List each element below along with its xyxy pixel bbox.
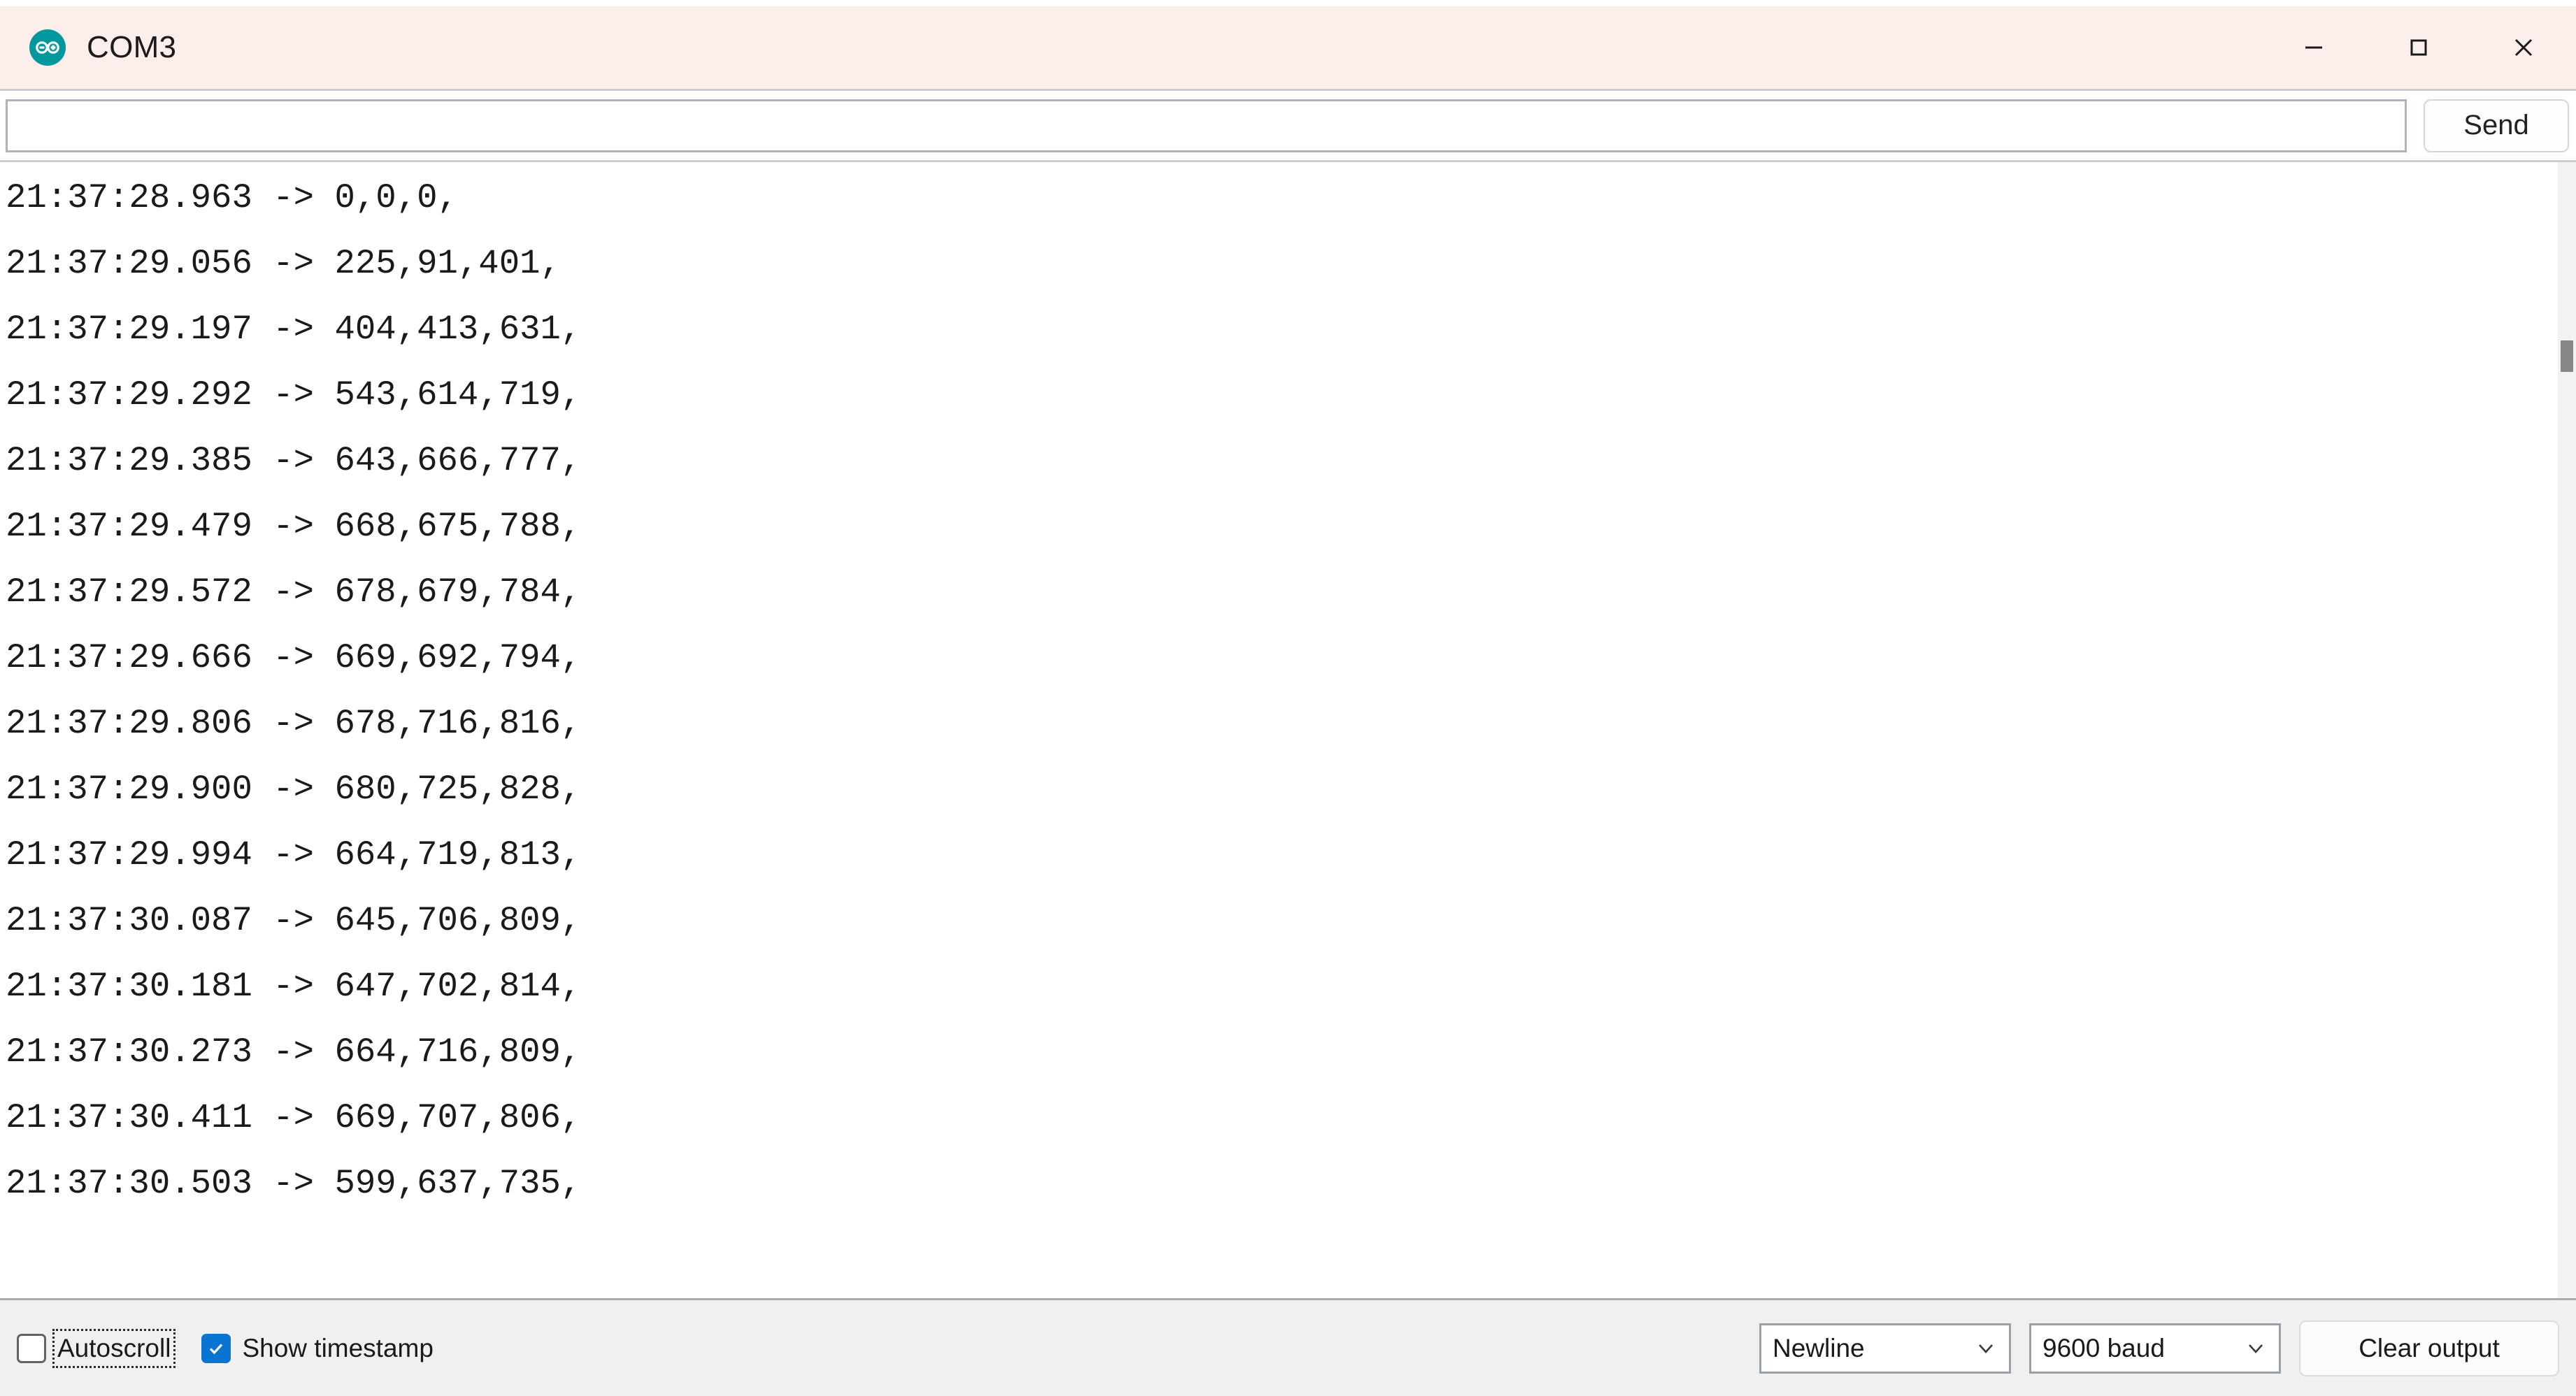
serial-output-log: 21:37:28.963 -> 0,0,0, 21:37:29.056 -> 22… <box>0 162 2576 1298</box>
log-line: 21:37:29.806 -> 678,716,816, <box>6 704 582 743</box>
output-scrollbar[interactable] <box>2558 162 2576 1298</box>
serial-send-input[interactable] <box>6 99 2407 152</box>
log-line: 21:37:30.503 -> 599,637,735, <box>6 1164 582 1203</box>
log-line: 21:37:29.056 -> 225,91,401, <box>6 244 561 283</box>
log-line: 21:37:29.197 -> 404,413,631, <box>6 310 582 349</box>
bottom-toolbar-left: Autoscroll Show timestamp <box>17 1328 434 1368</box>
arduino-infinity-icon <box>29 29 66 66</box>
title-bar-left: COM3 <box>0 29 176 66</box>
log-line: 21:37:30.087 -> 645,706,809, <box>6 901 582 940</box>
autoscroll-checkbox-group[interactable]: Autoscroll <box>17 1328 176 1368</box>
serial-monitor-window: COM3 Send 21:37:28.963 -> 0,0,0, 21:37:29… <box>0 0 2576 1396</box>
bottom-toolbar: Autoscroll Show timestamp Newline 9600 b… <box>0 1298 2576 1396</box>
log-line: 21:37:29.572 -> 678,679,784, <box>6 573 582 612</box>
bottom-toolbar-right: Newline 9600 baud Clear output <box>1759 1320 2559 1376</box>
log-line: 21:37:29.900 -> 680,725,828, <box>6 770 582 809</box>
send-button[interactable]: Send <box>2424 99 2569 152</box>
autoscroll-checkbox[interactable] <box>17 1333 46 1363</box>
baud-rate-value: 9600 baud <box>2042 1333 2165 1362</box>
show-timestamp-checkbox[interactable] <box>201 1333 231 1363</box>
minimize-button[interactable] <box>2261 6 2366 89</box>
send-row: Send <box>0 91 2576 162</box>
log-line: 21:37:28.963 -> 0,0,0, <box>6 178 458 217</box>
baud-rate-dropdown[interactable]: 9600 baud <box>2029 1323 2281 1374</box>
autoscroll-label: Autoscroll <box>52 1328 176 1368</box>
log-line: 21:37:29.292 -> 543,614,719, <box>6 375 582 415</box>
log-line: 21:37:29.666 -> 669,692,794, <box>6 638 582 677</box>
close-button[interactable] <box>2471 6 2576 89</box>
scrollbar-thumb[interactable] <box>2561 340 2573 372</box>
window-title: COM3 <box>87 30 177 64</box>
window-controls <box>2261 6 2576 89</box>
clear-output-button[interactable]: Clear output <box>2299 1320 2559 1376</box>
log-line: 21:37:30.411 -> 669,707,806, <box>6 1098 582 1137</box>
chevron-down-icon <box>1974 1337 1998 1360</box>
log-line: 21:37:29.385 -> 643,666,777, <box>6 441 582 480</box>
log-line: 21:37:29.994 -> 664,719,813, <box>6 835 582 875</box>
title-bar: COM3 <box>0 6 2576 91</box>
line-ending-value: Newline <box>1773 1333 1865 1362</box>
log-line: 21:37:30.273 -> 664,716,809, <box>6 1032 582 1072</box>
chevron-down-icon <box>2244 1337 2268 1360</box>
line-ending-dropdown[interactable]: Newline <box>1759 1323 2011 1374</box>
log-line: 21:37:29.479 -> 668,675,788, <box>6 507 582 546</box>
show-timestamp-label: Show timestamp <box>242 1333 434 1362</box>
serial-output-area: 21:37:28.963 -> 0,0,0, 21:37:29.056 -> 22… <box>0 162 2576 1298</box>
maximize-button[interactable] <box>2366 6 2471 89</box>
show-timestamp-checkbox-group[interactable]: Show timestamp <box>201 1333 434 1363</box>
log-line: 21:37:30.181 -> 647,702,814, <box>6 967 582 1006</box>
